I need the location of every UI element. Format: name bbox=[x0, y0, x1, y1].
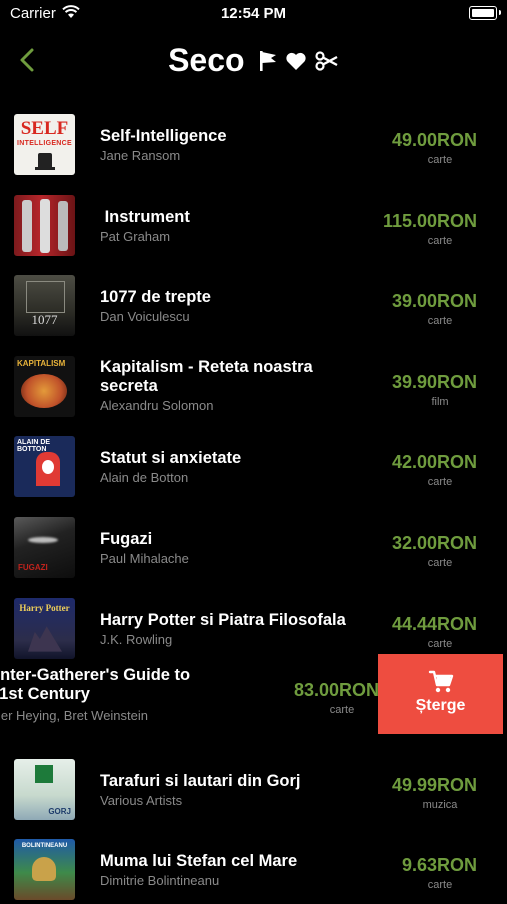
item-price: 39.90RON bbox=[391, 371, 477, 392]
item-price: 32.00RON bbox=[391, 532, 477, 553]
item-price: 49.99RON bbox=[391, 774, 477, 795]
list-item[interactable]: Harry Potter Harry Potter si Piatra Filo… bbox=[0, 582, 507, 663]
item-title: Fugazi bbox=[100, 529, 153, 548]
album-cover: GORJ bbox=[14, 758, 75, 820]
item-author: Jane Ransom bbox=[100, 148, 181, 163]
item-title: Self-Intelligence bbox=[100, 127, 227, 145]
item-price: 49.00RON bbox=[391, 130, 477, 150]
list-item[interactable]: BOLINTINEANU Muma lui Stefan cel Mare Di… bbox=[0, 823, 507, 904]
status-time: 12:54 PM bbox=[220, 5, 287, 22]
list-item[interactable]: 1077 1077 de trepte Dan Voiculescu 39.00… bbox=[0, 259, 507, 340]
item-type: carte bbox=[427, 637, 453, 650]
item-price: 9.63RON bbox=[401, 855, 477, 876]
item-type: carte bbox=[427, 476, 453, 489]
item-type: muzica bbox=[422, 798, 458, 811]
item-price: 44.44RON bbox=[391, 613, 477, 634]
scissors-icon bbox=[315, 50, 338, 71]
item-type: film bbox=[431, 395, 449, 408]
item-author: Alexandru Solomon bbox=[100, 397, 214, 413]
item-type: carte bbox=[329, 704, 355, 717]
book-cover: Harry Potter bbox=[14, 597, 75, 659]
book-cover: FUGAZI bbox=[14, 516, 75, 578]
item-title: Statut si anxietate bbox=[100, 449, 242, 468]
item-title: Tarafuri si lautari din Gorj bbox=[100, 771, 301, 790]
item-title: unter-Gatherer's Guide to 21st Century bbox=[0, 666, 191, 704]
list-item[interactable]: KAPITALISM Kapitalism - Reteta noastra s… bbox=[0, 340, 507, 421]
book-cover: 1077 bbox=[14, 275, 75, 337]
item-title: 1077 de trepte bbox=[100, 288, 211, 307]
item-type: carte bbox=[427, 879, 453, 892]
item-author: Alain de Botton bbox=[100, 470, 189, 486]
item-title: Harry Potter si Piatra Filosofala bbox=[100, 610, 346, 629]
film-cover: KAPITALISM bbox=[14, 355, 75, 417]
delete-label: Șterge bbox=[415, 697, 466, 715]
page-title: Seco bbox=[168, 42, 245, 78]
title-group: Seco bbox=[0, 42, 507, 79]
battery-icon bbox=[469, 6, 501, 20]
item-author: Dan Voiculescu bbox=[100, 309, 190, 325]
item-author: Pat Graham bbox=[100, 228, 171, 244]
book-cover: SELF INTELLIGENCE bbox=[14, 114, 75, 175]
list-item[interactable]: FUGAZI Fugazi Paul Mihalache 32.00RON ca… bbox=[0, 501, 507, 582]
list-item[interactable]: SELF INTELLIGENCE Self-Intelligence Jane… bbox=[0, 98, 507, 179]
navigation-bar: Seco bbox=[0, 36, 507, 86]
flag-icon bbox=[260, 50, 277, 71]
list-item-swiped[interactable]: unter-Gatherer's Guide to 21st Century t… bbox=[0, 654, 507, 743]
status-bar: Carrier 12:54 PM bbox=[0, 0, 507, 30]
item-type: carte bbox=[427, 154, 453, 166]
item-price: 42.00RON bbox=[391, 452, 477, 473]
heart-icon bbox=[286, 52, 307, 70]
cart-list: SELF INTELLIGENCE Self-Intelligence Jane… bbox=[0, 98, 507, 904]
item-author: Various Artists bbox=[100, 792, 183, 808]
book-cover bbox=[14, 194, 75, 256]
item-price: 39.00RON bbox=[391, 291, 477, 312]
item-type: carte bbox=[427, 556, 453, 569]
item-title: Instrument bbox=[100, 207, 190, 226]
delete-button[interactable]: Șterge bbox=[378, 654, 503, 735]
item-price: 115.00RON bbox=[382, 210, 477, 231]
item-author: Dimitrie Bolintineanu bbox=[100, 873, 220, 889]
list-item[interactable]: GORJ Tarafuri si lautari din Gorj Variou… bbox=[0, 743, 507, 824]
item-author: ther Heying, Bret Weinstein bbox=[0, 708, 148, 724]
list-item[interactable]: Instrument Pat Graham 115.00RON carte bbox=[0, 179, 507, 260]
book-cover: BOLINTINEANU bbox=[14, 839, 75, 901]
item-type: carte bbox=[427, 234, 453, 247]
item-title: Kapitalism - Reteta noastra secreta bbox=[100, 357, 313, 395]
item-author: Paul Mihalache bbox=[100, 550, 189, 566]
item-title: Muma lui Stefan cel Mare bbox=[100, 852, 298, 871]
item-author: J.K. Rowling bbox=[100, 631, 173, 647]
list-item[interactable]: ALAIN DE BOTTON Statut si anxietate Alai… bbox=[0, 420, 507, 501]
item-price: 83.00RON bbox=[293, 680, 379, 701]
item-type: carte bbox=[427, 315, 453, 328]
book-cover: ALAIN DE BOTTON bbox=[14, 436, 75, 498]
cart-icon bbox=[428, 670, 453, 693]
